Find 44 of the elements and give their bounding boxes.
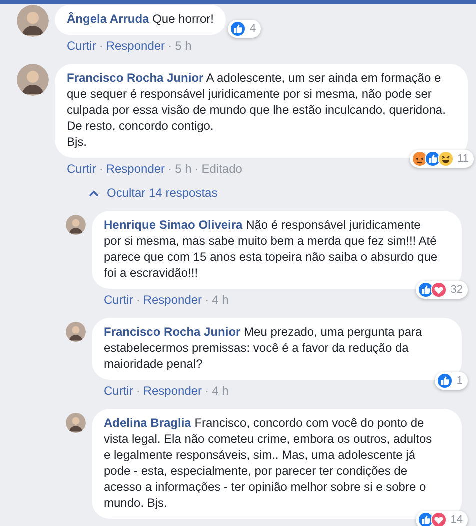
- timestamp: 5 h: [175, 38, 192, 54]
- avatar[interactable]: [17, 5, 49, 37]
- timestamp: 5 h: [175, 161, 192, 177]
- reaction-badge[interactable]: 11: [410, 150, 474, 168]
- reaction-badge[interactable]: 14: [416, 511, 468, 526]
- reaction-count: 1: [456, 374, 463, 389]
- avatar[interactable]: [66, 215, 86, 235]
- avatar[interactable]: [66, 322, 86, 342]
- action-link[interactable]: Responder: [106, 38, 166, 54]
- comment-text: Ângela Arruda Que horror!: [67, 11, 214, 27]
- timestamp: Editado: [202, 161, 242, 177]
- separator-dot: ·: [168, 38, 172, 54]
- reaction-count: 14: [450, 513, 463, 526]
- action-link[interactable]: Curtir: [67, 38, 96, 54]
- separator-dot: ·: [194, 161, 199, 177]
- avatar[interactable]: [66, 413, 86, 433]
- separator-dot: ·: [168, 161, 172, 177]
- separator-dot: ·: [99, 161, 104, 177]
- chevron-up-icon: [89, 190, 99, 196]
- comment-text: Adelina Braglia Francisco, concordo com você do ponto de vista legal. Ela não cometeu crime, embora os outros, adultos e legalmente responsáveis, sim.. Mas, uma adolescente já pode - esta, especialmente, por parecer ter condições de acesso a informações - ter opinião melhor sobre si e sobre o mundo. Bjs.: [104, 415, 434, 511]
- separator-dot: ·: [205, 383, 210, 399]
- action-link[interactable]: Responder: [143, 292, 202, 308]
- separator-dot: ·: [99, 38, 104, 54]
- reaction-count: 32: [450, 283, 463, 298]
- reaction-count: 11: [458, 152, 469, 167]
- hide-replies-toggle[interactable]: Ocultar 14 respostas: [89, 185, 218, 201]
- action-link[interactable]: Curtir: [67, 161, 96, 177]
- reaction-badge[interactable]: 1: [434, 372, 468, 390]
- action-link[interactable]: Curtir: [104, 383, 134, 399]
- comment-text: Henrique Simao Oliveira Não é responsável juridicamente por si mesma, mas sabe muito bem a merda que fez sim!!! Até parece que com 15 anos esta topeira não saiba o absurdo que foi a escravidão!!!: [104, 217, 439, 281]
- reaction-badge[interactable]: 4: [228, 20, 262, 38]
- reaction-badge[interactable]: 32: [416, 281, 468, 299]
- action-link[interactable]: Responder: [143, 383, 202, 399]
- separator-dot: ·: [136, 292, 140, 308]
- avatar[interactable]: [17, 64, 49, 96]
- timestamp: 4 h: [212, 292, 229, 308]
- action-link[interactable]: Responder: [106, 161, 166, 177]
- action-link[interactable]: Curtir: [104, 292, 134, 308]
- separator-dot: ·: [205, 292, 210, 308]
- reaction-count: 4: [250, 22, 256, 37]
- timestamp: 4 h: [212, 383, 229, 399]
- comment-text: Francisco Rocha Junior Meu prezado, uma pergunta para estabelecermos premissas: você é a favor da redução da maioridade penal?: [104, 324, 424, 372]
- comment-text: Francisco Rocha Junior A adolescente, um ser ainda em formação e que sequer é responsável juridicamente por si mesma, não pode ser culpada por essa visão de mundo que lhe estão inculcando, queridona. De resto, concordo contigo. Bjs.: [67, 70, 447, 150]
- separator-dot: ·: [136, 383, 140, 399]
